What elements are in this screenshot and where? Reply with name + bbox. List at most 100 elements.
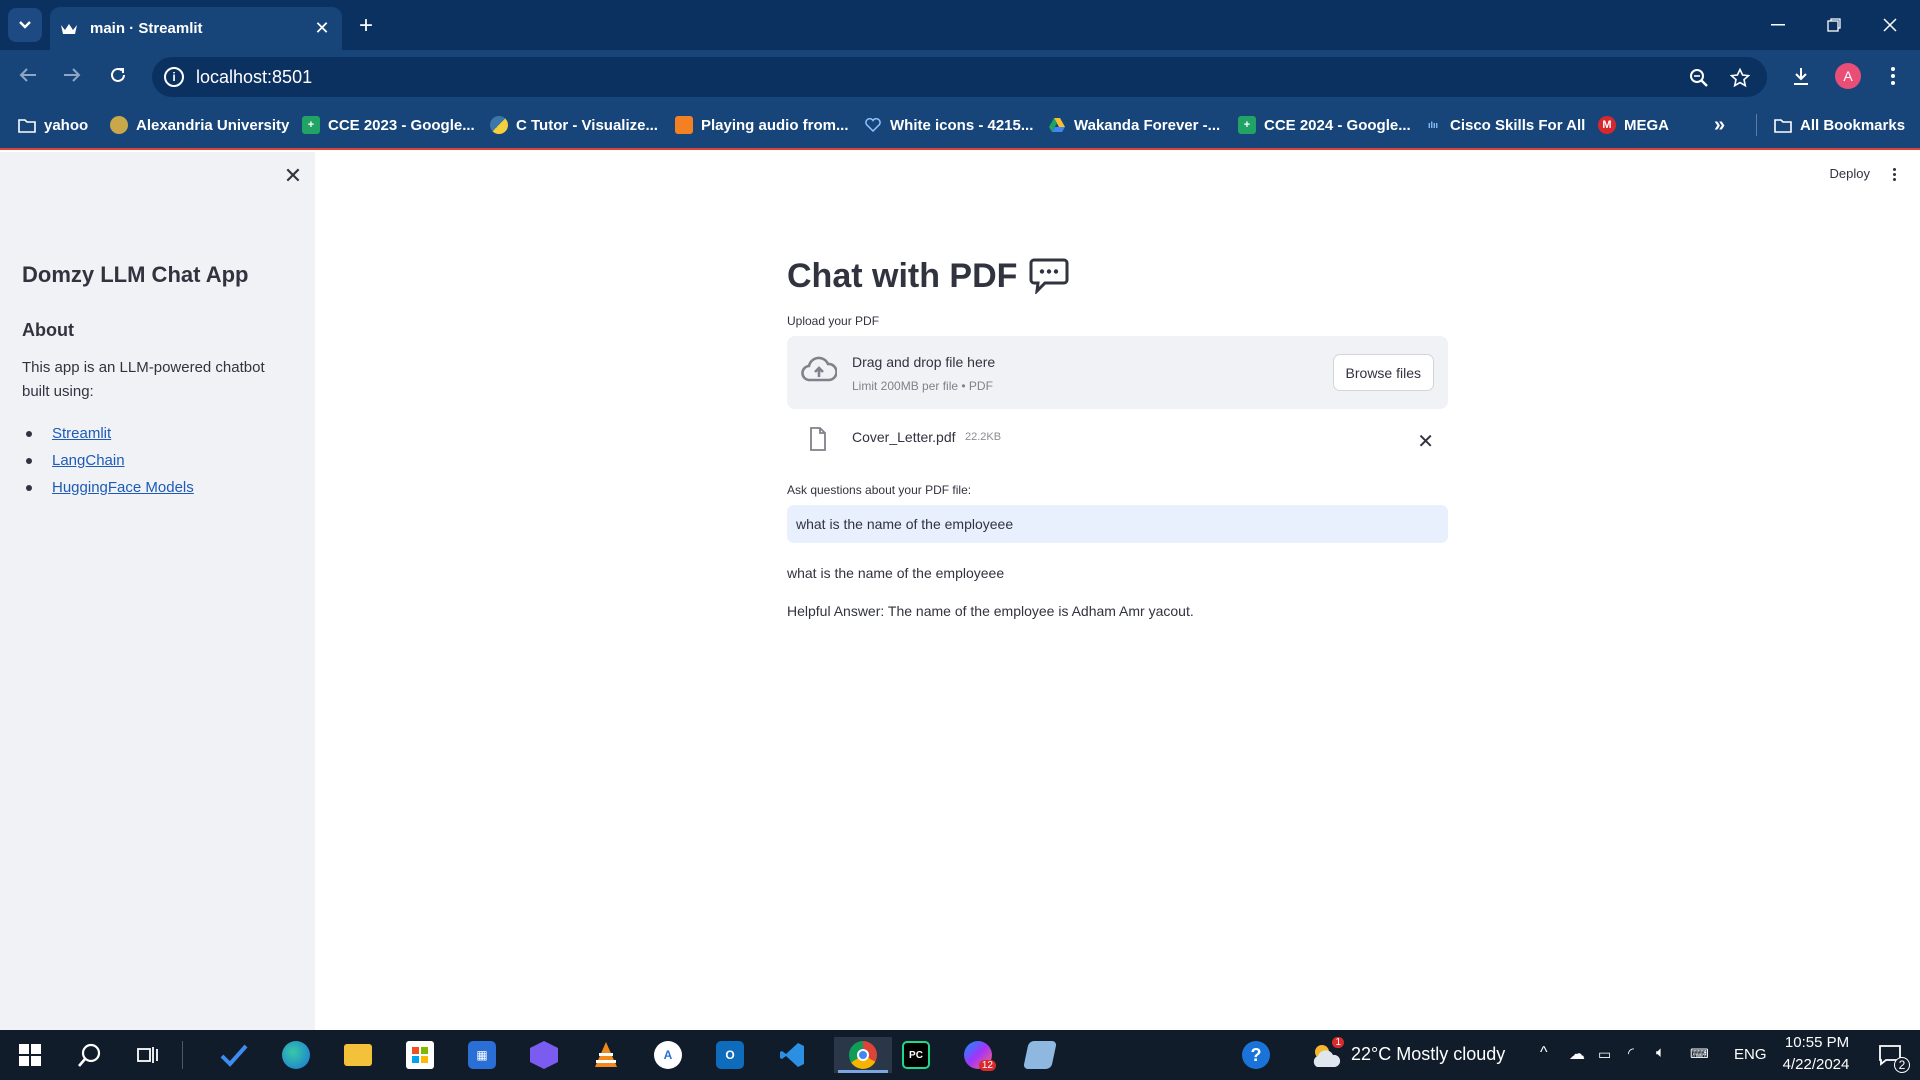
browse-files-button[interactable]: Browse files: [1332, 354, 1434, 391]
streamlit-link[interactable]: Streamlit: [52, 425, 111, 442]
task-view-icon: [137, 1047, 158, 1063]
bookmark-divider: [1756, 114, 1757, 136]
google-drive-icon: [1048, 116, 1066, 134]
echoed-question: what is the name of the employeee: [787, 565, 1005, 581]
onedrive-icon[interactable]: ☁: [1569, 1044, 1585, 1064]
app-menu-icon[interactable]: [1884, 164, 1904, 184]
clock-date[interactable]: 4/22/2024: [1776, 1056, 1856, 1073]
main-content: Deploy Chat with PDF Upload your PDF Dra…: [315, 152, 1920, 1030]
bookmarks-bar: yahoo Alexandria University + CCE 2023 -…: [0, 100, 1920, 150]
tab-search-button[interactable]: [8, 8, 42, 42]
minimize-button[interactable]: [1750, 0, 1806, 50]
bookmark-cisco[interactable]: ılıı Cisco Skills For All: [1424, 112, 1585, 138]
windows-taskbar: ▦ A O PC 12 ? 1 22°C Mostly cloudy ^ ☁ ▭…: [0, 1030, 1920, 1080]
bookmark-yahoo[interactable]: yahoo: [18, 112, 88, 138]
bookmark-white-icons[interactable]: White icons - 4215...: [864, 112, 1033, 138]
page-title: Chat with PDF: [787, 252, 1448, 300]
bookmark-star-icon[interactable]: [1728, 66, 1752, 90]
tab-title: main · Streamlit: [90, 20, 203, 37]
new-tab-button[interactable]: +: [352, 12, 380, 40]
downloads-button[interactable]: [1784, 59, 1818, 93]
remove-file-icon[interactable]: ✕: [1417, 429, 1434, 454]
pinned-app-button[interactable]: [1020, 1037, 1060, 1073]
keyboard-icon[interactable]: ⌨︎: [1690, 1046, 1709, 1062]
edge-button[interactable]: [276, 1037, 316, 1073]
notifications-button[interactable]: 2: [1870, 1037, 1910, 1073]
mega-icon: M: [1598, 116, 1616, 134]
about-text: This app is an LLM-powered chatbot built…: [22, 359, 265, 400]
file-dropzone[interactable]: Drag and drop file here Limit 200MB per …: [787, 336, 1448, 409]
clock-time[interactable]: 10:55 PM: [1782, 1034, 1852, 1051]
forward-button[interactable]: [56, 59, 88, 91]
wifi-icon[interactable]: ◜: [1628, 1044, 1634, 1062]
more-bookmarks-button[interactable]: »: [1714, 112, 1725, 138]
all-bookmarks-button[interactable]: All Bookmarks: [1774, 112, 1905, 138]
bookmark-wakanda[interactable]: Wakanda Forever -...: [1048, 112, 1220, 138]
app-store-button[interactable]: A: [648, 1037, 688, 1073]
bookmark-c-tutor[interactable]: C Tutor - Visualize...: [490, 112, 658, 138]
url-text: localhost:8501: [196, 67, 313, 87]
show-hidden-icons[interactable]: ^: [1540, 1044, 1548, 1062]
reload-button[interactable]: [102, 59, 134, 91]
bookmark-cce-2023[interactable]: + CCE 2023 - Google...: [302, 112, 475, 138]
restore-button[interactable]: [1806, 0, 1862, 50]
answer-text: Helpful Answer: The name of the employee…: [787, 603, 1194, 619]
search-button[interactable]: [70, 1037, 110, 1073]
speech-bubble-icon: [1029, 258, 1069, 294]
battery-icon[interactable]: ▭: [1598, 1046, 1611, 1063]
deploy-button[interactable]: Deploy: [1830, 166, 1870, 181]
bookmark-mega[interactable]: M MEGA: [1598, 112, 1669, 138]
outlook-button[interactable]: O: [710, 1037, 750, 1073]
weather-widget[interactable]: 1: [1306, 1037, 1346, 1073]
volume-icon[interactable]: 🔈︎: [1656, 1044, 1665, 1061]
bookmark-playing-audio[interactable]: Playing audio from...: [675, 112, 849, 138]
browser-tab-active[interactable]: main · Streamlit ✕: [50, 7, 342, 50]
profile-button[interactable]: A: [1831, 59, 1865, 93]
language-indicator[interactable]: ENG: [1734, 1046, 1767, 1063]
messenger-button[interactable]: 12: [958, 1037, 998, 1073]
chrome-button[interactable]: [834, 1037, 892, 1073]
pycharm-button[interactable]: PC: [896, 1037, 936, 1073]
close-window-button[interactable]: [1862, 0, 1918, 50]
file-size: 22.2KB: [965, 431, 1002, 443]
sidebar: ✕ Domzy LLM Chat App About This app is a…: [0, 152, 315, 1030]
streamlit-crown-icon: [60, 20, 78, 38]
question-input[interactable]: [787, 505, 1448, 543]
chevron-down-icon: [19, 21, 31, 29]
calendar-icon: ▦: [468, 1041, 496, 1069]
store-icon: [406, 1041, 434, 1069]
upload-label: Upload your PDF: [787, 314, 880, 328]
browser-menu-button[interactable]: [1876, 59, 1910, 93]
file-name: Cover_Letter.pdf: [852, 429, 956, 445]
help-button[interactable]: ?: [1236, 1037, 1276, 1073]
arrow-right-icon: [64, 68, 81, 82]
stackoverflow-icon: [675, 116, 693, 134]
todo-app-button[interactable]: [214, 1037, 254, 1073]
address-bar[interactable]: i localhost:8501: [152, 57, 1767, 97]
bookmark-alexandria[interactable]: Alexandria University: [110, 112, 289, 138]
close-sidebar-icon[interactable]: ✕: [283, 163, 303, 188]
calendar-button[interactable]: ▦: [462, 1037, 502, 1073]
vscode-button[interactable]: [772, 1037, 812, 1073]
start-button[interactable]: [10, 1037, 50, 1073]
cisco-icon: ılıı: [1427, 120, 1438, 130]
site-info-icon[interactable]: i: [164, 67, 184, 87]
notification-badge: 12: [978, 1060, 996, 1071]
power-automate-button[interactable]: [524, 1037, 564, 1073]
task-view-button[interactable]: [128, 1037, 168, 1073]
windows-logo-icon: [19, 1044, 41, 1066]
store-button[interactable]: [400, 1037, 440, 1073]
zoom-icon[interactable]: [1687, 66, 1711, 90]
edge-icon: [282, 1041, 310, 1069]
huggingface-link[interactable]: HuggingFace Models: [52, 479, 194, 496]
folder-icon: [344, 1044, 372, 1066]
tab-close-icon[interactable]: ✕: [312, 18, 332, 39]
bookmark-cce-2024[interactable]: + CCE 2024 - Google...: [1238, 112, 1411, 138]
bullet: [26, 457, 32, 464]
outlook-icon: O: [716, 1041, 744, 1069]
vlc-button[interactable]: [586, 1037, 626, 1073]
back-button[interactable]: [12, 59, 44, 91]
file-explorer-button[interactable]: [338, 1037, 378, 1073]
langchain-link[interactable]: LangChain: [52, 452, 125, 469]
weather-badge: 1: [1332, 1037, 1344, 1048]
